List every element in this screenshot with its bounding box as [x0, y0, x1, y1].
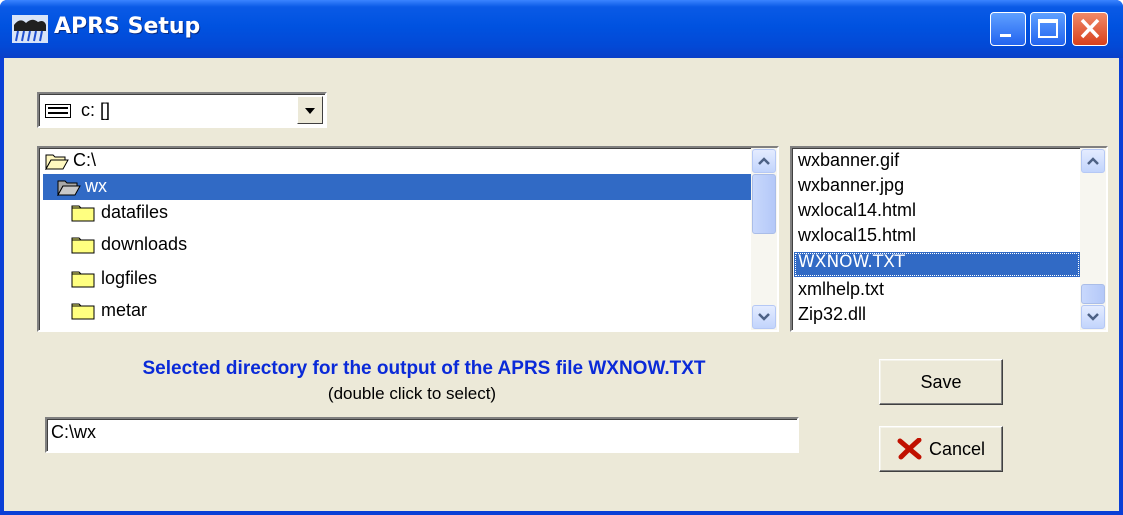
list-item[interactable]: wxlocal15.html	[794, 225, 1080, 250]
maximize-icon	[1038, 19, 1058, 38]
output-path-field[interactable]	[45, 417, 799, 453]
list-item[interactable]: wxlocal14.html	[794, 200, 1080, 225]
list-item[interactable]: wx	[43, 174, 751, 200]
file-scrollbar[interactable]	[1080, 148, 1106, 330]
chevron-down-icon	[1087, 313, 1099, 321]
drive-value: c: []	[81, 100, 111, 120]
list-item[interactable]: downloads	[43, 232, 751, 258]
directory-scrollbar[interactable]	[751, 148, 777, 330]
chevron-up-icon	[1087, 157, 1099, 165]
list-item[interactable]: metar	[43, 298, 751, 324]
window-title: APRS Setup	[54, 14, 201, 39]
file-list[interactable]: wxbanner.gif wxbanner.jpg wxlocal14.html…	[790, 146, 1108, 332]
maximize-button[interactable]	[1030, 12, 1066, 46]
folder-icon	[71, 205, 95, 222]
list-item[interactable]: wxbanner.jpg	[794, 175, 1080, 200]
list-item[interactable]: C:\	[43, 148, 751, 174]
list-item[interactable]: wxbanner.gif	[794, 150, 1080, 175]
cancel-label: Cancel	[928, 439, 986, 459]
save-button[interactable]: Save	[879, 359, 1003, 405]
output-path-input[interactable]	[51, 422, 751, 443]
cancel-button[interactable]: Cancel	[879, 426, 1003, 472]
directory-hint-subtitle: (double click to select)	[327, 384, 497, 403]
list-item[interactable]: Zip32.dll	[794, 304, 1080, 329]
save-label: Save	[920, 372, 962, 392]
folder-icon	[71, 271, 95, 288]
dialog-body: c: [] C:\ wx datafiles downloads logfile…	[4, 58, 1119, 511]
directory-list[interactable]: C:\ wx datafiles downloads logfiles meta…	[37, 146, 779, 332]
directory-hint-title: Selected directory for the output of the…	[142, 358, 706, 379]
scroll-down-button[interactable]	[752, 305, 776, 329]
title-bar[interactable]: APRS Setup	[0, 0, 1123, 58]
list-item[interactable]: logfiles	[43, 266, 751, 292]
scroll-up-button[interactable]	[752, 149, 776, 173]
list-item[interactable]: datafiles	[43, 200, 751, 226]
close-icon	[1080, 18, 1100, 39]
close-x-icon	[897, 437, 922, 460]
folder-icon	[71, 303, 95, 320]
list-item[interactable]: xmlhelp.txt	[794, 279, 1080, 304]
app-window: APRS Setup c: [] C:\ wx datafiles downlo…	[0, 0, 1123, 515]
scroll-thumb[interactable]	[752, 174, 776, 234]
app-icon	[12, 15, 48, 43]
drive-select[interactable]: c: []	[37, 92, 327, 128]
open-folder-icon	[57, 180, 81, 196]
chevron-up-icon	[758, 157, 770, 165]
list-item[interactable]: WXNOW.TXT	[794, 252, 1080, 277]
scroll-thumb[interactable]	[1081, 284, 1105, 304]
drive-icon	[45, 104, 71, 118]
minimize-icon	[1000, 34, 1011, 37]
close-button[interactable]	[1072, 12, 1108, 46]
chevron-down-icon	[758, 313, 770, 321]
folder-icon	[71, 237, 95, 254]
open-folder-icon	[45, 154, 69, 170]
scroll-up-button[interactable]	[1081, 149, 1105, 173]
scroll-down-button[interactable]	[1081, 305, 1105, 329]
minimize-button[interactable]	[990, 12, 1026, 46]
dropdown-arrow-button[interactable]	[297, 96, 323, 124]
